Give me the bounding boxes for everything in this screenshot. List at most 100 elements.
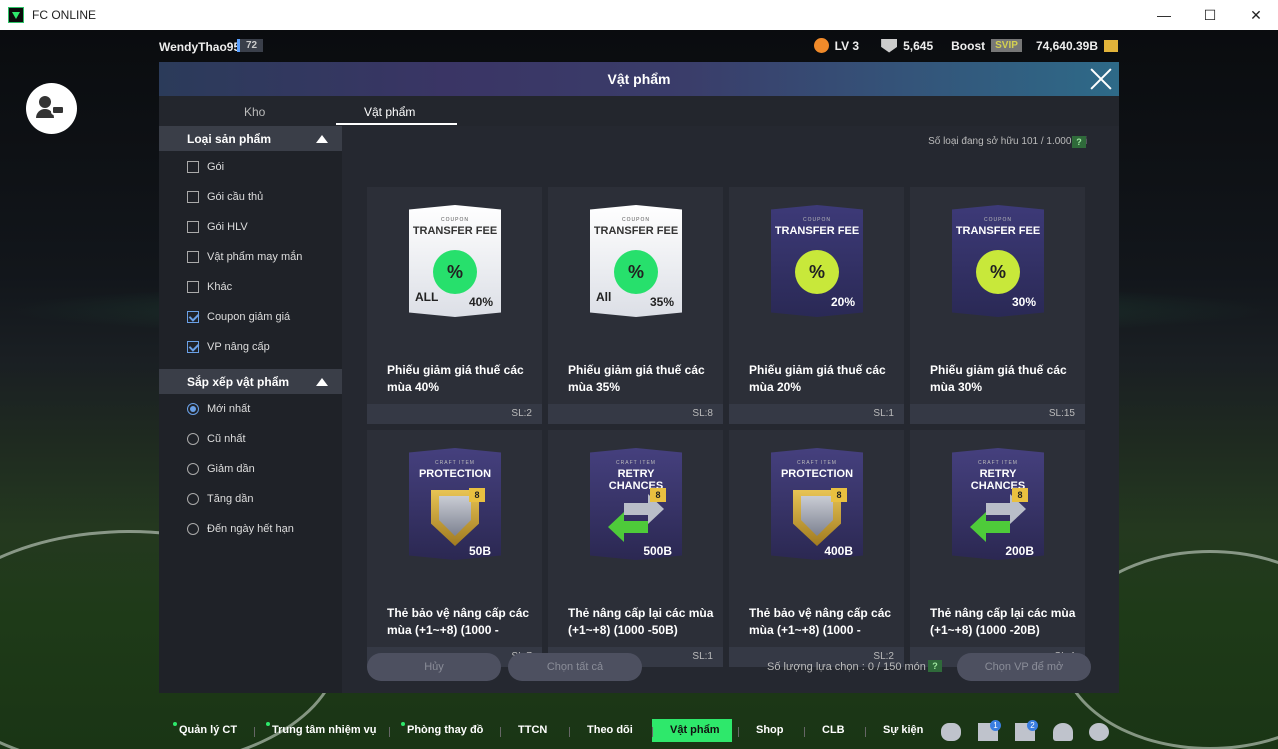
item-name: Phiếu giảm giá thuế các mùa 35%	[568, 363, 705, 394]
level-8-icon: 8	[650, 488, 666, 502]
checkbox[interactable]	[187, 251, 199, 263]
nav-label: Theo dõi	[587, 724, 633, 736]
radio-button[interactable]	[187, 433, 199, 445]
notification-count: 2	[1027, 720, 1038, 731]
nav-item[interactable]: Quản lý CT	[173, 722, 237, 736]
item-card[interactable]: CRAFT ITEM PROTECTION 8 400B Thẻ bảo vệ nâng…	[729, 430, 904, 667]
category-label: Gói HLV	[207, 221, 248, 233]
nav-item[interactable]: Shop	[756, 724, 784, 736]
nav-item[interactable]: Sự kiện	[883, 724, 923, 736]
open-items-button[interactable]: Chọn VP để mở	[957, 653, 1091, 681]
category-option[interactable]: Gói HLV	[187, 221, 248, 233]
item-card-image: COUPON TRANSFER FEE% 30%	[952, 205, 1044, 317]
help-icon[interactable]: ?	[1072, 136, 1086, 148]
tab-vat-pham[interactable]: Vật phẩm	[364, 105, 415, 119]
nav-item[interactable]: TTCN	[518, 724, 547, 736]
item-quantity: SL:1	[729, 404, 904, 424]
discount-percent: 30%	[1011, 295, 1036, 309]
card-type-label: CRAFT ITEM	[978, 460, 1018, 466]
checkbox[interactable]	[187, 221, 199, 233]
card-type-label: COUPON	[441, 217, 469, 223]
rank-shield-icon	[881, 38, 898, 53]
close-icon[interactable]	[1089, 67, 1113, 91]
sort-option[interactable]: Cũ nhất	[187, 433, 246, 445]
item-card[interactable]: CRAFT ITEM RETRY CHANCES 8 200B Thẻ nâng cấp…	[910, 430, 1085, 667]
radio-button[interactable]	[187, 523, 199, 535]
category-option[interactable]: Gói	[187, 161, 224, 173]
profile-icon[interactable]	[1053, 723, 1073, 741]
collapse-triangle-icon	[316, 135, 328, 143]
settings-icon[interactable]	[1089, 723, 1109, 741]
category-option[interactable]: Gói cầu thủ	[187, 191, 263, 203]
item-card[interactable]: COUPON TRANSFER FEE% 35% All Phiếu giảm giá …	[548, 187, 723, 424]
nav-separator	[569, 727, 570, 737]
checkbox[interactable]	[187, 281, 199, 293]
category-label: Gói cầu thủ	[207, 191, 264, 203]
sort-option[interactable]: Giảm dần	[187, 463, 255, 475]
nav-item[interactable]: Trung tâm nhiệm vụ	[266, 722, 377, 736]
nav-item[interactable]: Phòng thay đồ	[401, 722, 483, 736]
chat-bubble-icon	[51, 105, 65, 115]
all-class-label: All	[596, 290, 612, 304]
home-icon[interactable]: 1	[978, 720, 1001, 741]
item-card[interactable]: COUPON TRANSFER FEE% 30% Phiếu giảm giá thu…	[910, 187, 1085, 424]
category-title: Loại sản phẩm	[187, 132, 272, 146]
nav-label: Shop	[756, 724, 784, 736]
tab-kho[interactable]: Kho	[244, 105, 265, 119]
window-title: FC ONLINE	[32, 8, 97, 22]
checkbox[interactable]	[187, 191, 199, 203]
boost-label: Boost	[951, 38, 986, 53]
radio-button[interactable]	[187, 403, 199, 415]
category-option[interactable]: Vật phẩm may mắn	[187, 251, 302, 263]
nav-item[interactable]: CLB	[822, 724, 845, 736]
card-title: TRANSFER FEE	[412, 225, 498, 237]
bell-icon[interactable]: 2	[1015, 720, 1038, 741]
minimize-button[interactable]: —	[1141, 0, 1187, 30]
sort-option[interactable]: Đến ngày hết hạn	[187, 523, 294, 535]
nav-separator	[804, 727, 805, 737]
sort-option[interactable]: Tăng dần	[187, 493, 253, 505]
nav-label: TTCN	[518, 724, 548, 736]
maximize-button[interactable]: ☐	[1187, 0, 1233, 30]
active-tab-underline	[336, 123, 457, 125]
nav-separator	[500, 727, 501, 737]
card-title: TRANSFER FEE	[955, 225, 1041, 237]
category-label: Gói	[207, 161, 225, 173]
friends-chat-button[interactable]	[26, 83, 77, 134]
nav-item[interactable]: Theo dõi	[587, 724, 633, 736]
category-option[interactable]: Khác	[187, 281, 232, 293]
sort-header[interactable]: Sắp xếp vật phẩm	[159, 369, 342, 394]
help-icon[interactable]: ?	[928, 660, 942, 672]
card-type-label: COUPON	[803, 217, 831, 223]
item-card-image: COUPON TRANSFER FEE% 40% ALL	[409, 205, 501, 317]
checkbox[interactable]	[187, 341, 199, 353]
item-name: Thẻ nâng cấp lại các mùa (+1~+8) (1000 -…	[568, 606, 714, 637]
nav-label: CLB	[822, 724, 845, 736]
category-label: Coupon giảm giá	[207, 311, 291, 323]
category-label: Khác	[207, 281, 233, 293]
category-option[interactable]: VP nâng cấp	[187, 341, 270, 353]
category-header[interactable]: Loại sản phẩm	[159, 126, 342, 151]
category-option[interactable]: Coupon giảm giá	[187, 311, 290, 323]
item-card[interactable]: CRAFT ITEM RETRY CHANCES 8 500B Thẻ nâng cấp…	[548, 430, 723, 667]
item-name: Phiếu giảm giá thuế các mùa 20%	[749, 363, 886, 394]
notification-count: 1	[990, 720, 1001, 731]
card-title: RETRY CHANCES	[970, 468, 1026, 492]
checkbox[interactable]	[187, 161, 199, 173]
max-value: 400B	[824, 544, 853, 558]
nav-item[interactable]: Vật phẩm	[670, 724, 720, 736]
checkbox[interactable]	[187, 311, 199, 323]
sort-option[interactable]: Mới nhất	[187, 403, 250, 415]
item-card[interactable]: CRAFT ITEM PROTECTION 8 50B Thẻ bảo vệ nâng …	[367, 430, 542, 667]
nav-label: Vật phẩm	[670, 724, 720, 736]
radio-button[interactable]	[187, 463, 199, 475]
close-window-button[interactable]: ✕	[1233, 0, 1278, 30]
item-card-image: CRAFT ITEM PROTECTION 8 50B	[409, 448, 501, 560]
select-all-button[interactable]: Chọn tất cả	[508, 653, 642, 681]
item-card[interactable]: COUPON TRANSFER FEE% 20% Phiếu giảm giá thu…	[729, 187, 904, 424]
item-card[interactable]: COUPON TRANSFER FEE% 40% ALL Phiếu giảm giá …	[367, 187, 542, 424]
nav-separator	[865, 727, 866, 737]
cancel-button[interactable]: Hủy	[367, 653, 501, 681]
chat-icon[interactable]	[941, 723, 961, 741]
radio-button[interactable]	[187, 493, 199, 505]
